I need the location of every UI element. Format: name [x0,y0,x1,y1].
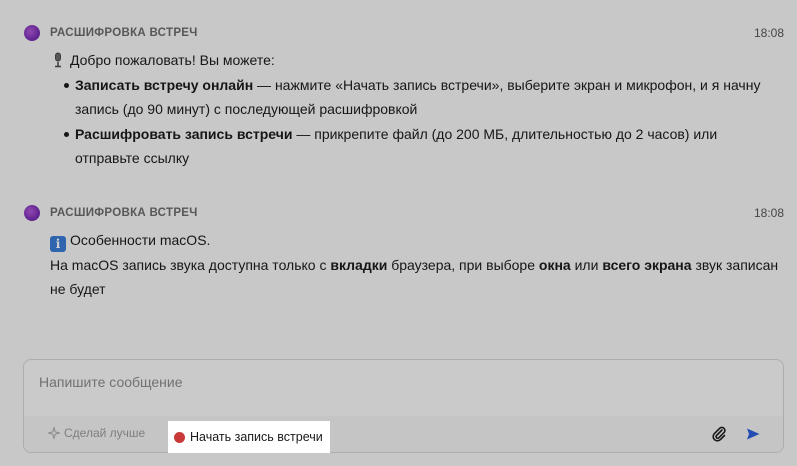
bot-avatar [24,205,40,221]
send-icon[interactable] [745,426,761,442]
list-item: Записать встречу онлайн — нажмите «Начат… [64,73,784,122]
bot-avatar [24,25,40,41]
message-time: 18:08 [753,206,784,220]
bold-segment: вкладки [330,256,388,273]
chat-feed: РАСШИФРОВКА ВСТРЕЧ 18:08 Добро пожаловат… [0,0,797,356]
bold-segment: окна [538,256,571,273]
list-item: Расшифровать запись встречи — прикрепите… [64,122,784,171]
sender-name: РАСШИФРОВКА ВСТРЕЧ [50,207,198,219]
record-label: Начать запись встречи [190,430,323,444]
text-segment: или [570,256,603,273]
microphone-icon [50,52,66,68]
message-header: РАСШИФРОВКА ВСТРЕЧ 18:08 [24,24,784,42]
message-body: Добро пожаловать! Вы можете: Записать вс… [24,42,784,171]
text-segment: браузера, при выборе [387,256,539,273]
text-segment: На macOS запись звука доступна только с [50,256,331,273]
improve-label: Сделай лучше [64,426,146,440]
message-title: Особенности macOS. [70,232,211,248]
composer-toolbar: Сделай лучше [24,416,783,452]
sender-name: РАСШИФРОВКА ВСТРЕЧ [50,27,198,39]
item-title: Расшифровать запись встречи [75,125,293,142]
message-time: 18:08 [753,26,784,40]
start-recording-button[interactable]: Начать запись встречи [168,421,330,453]
record-dot-icon [174,431,185,443]
feature-list: Записать встречу онлайн — нажмите «Начат… [50,73,784,171]
message-intro: Добро пожаловать! Вы можете: [70,52,275,68]
message-input[interactable] [39,372,739,392]
item-title: Записать встречу онлайн [75,76,254,93]
message: РАСШИФРОВКА ВСТРЕЧ 18:08 Добро пожаловат… [24,24,784,171]
bold-segment: всего экрана [602,256,692,273]
info-icon: i [50,236,66,252]
sparkle-icon [48,427,60,439]
message: РАСШИФРОВКА ВСТРЕЧ 18:08 i Особенности ma… [24,204,784,302]
message-paragraph: На macOS запись звука доступна только с … [50,253,784,302]
paperclip-icon[interactable] [711,426,727,442]
message-composer: Сделай лучше [23,359,784,453]
message-body: i Особенности macOS. На macOS запись звук… [24,222,784,302]
message-header: РАСШИФРОВКА ВСТРЕЧ 18:08 [24,204,784,222]
improve-button[interactable]: Сделай лучше [48,426,145,440]
